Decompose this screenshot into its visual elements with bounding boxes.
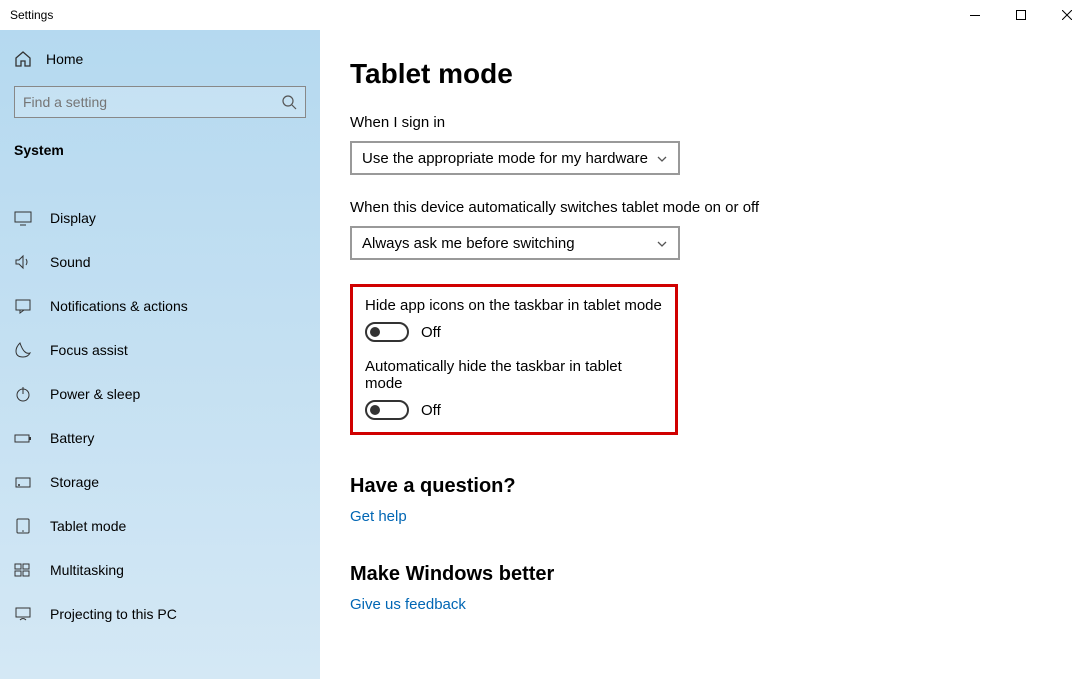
signin-label: When I sign in xyxy=(350,114,1060,131)
toggle-knob xyxy=(370,327,380,337)
chevron-down-icon xyxy=(656,152,668,164)
hide-taskbar-state: Off xyxy=(421,402,441,419)
sidebar-item-storage[interactable]: Storage xyxy=(0,460,320,504)
page-title: Tablet mode xyxy=(350,58,1060,90)
sidebar-item-display[interactable]: Display xyxy=(0,196,320,240)
sidebar-item-projecting[interactable]: Projecting to this PC xyxy=(0,592,320,636)
sidebar-item-label: Sound xyxy=(50,254,90,270)
sidebar-item-multitasking[interactable]: Multitasking xyxy=(0,548,320,592)
sidebar-item-label: Focus assist xyxy=(50,342,128,358)
close-button[interactable] xyxy=(1044,0,1090,30)
sidebar-item-label: Multitasking xyxy=(50,562,124,578)
maximize-button[interactable] xyxy=(998,0,1044,30)
home-label: Home xyxy=(46,51,83,67)
sidebar-item-notifications[interactable]: Notifications & actions xyxy=(0,284,320,328)
sidebar-item-sound[interactable]: Sound xyxy=(0,240,320,284)
switch-dropdown-value: Always ask me before switching xyxy=(362,235,575,252)
maximize-icon xyxy=(1016,10,1026,20)
sidebar-item-label: Projecting to this PC xyxy=(50,606,177,622)
notifications-icon xyxy=(14,297,32,315)
sidebar-item-label: Tablet mode xyxy=(50,518,126,534)
power-icon xyxy=(14,385,32,403)
search-input[interactable] xyxy=(23,94,281,110)
highlight-box: Hide app icons on the taskbar in tablet … xyxy=(350,284,678,435)
minimize-icon xyxy=(970,15,980,16)
sidebar-item-label: Display xyxy=(50,210,96,226)
battery-icon xyxy=(14,429,32,447)
get-help-link[interactable]: Get help xyxy=(350,508,407,525)
titlebar: Settings xyxy=(0,0,1090,30)
sidebar-item-label: Storage xyxy=(50,474,99,490)
tablet-icon xyxy=(14,517,32,535)
hide-icons-label: Hide app icons on the taskbar in tablet … xyxy=(365,297,663,314)
signin-dropdown-value: Use the appropriate mode for my hardware xyxy=(362,150,648,167)
content: Tablet mode When I sign in Use the appro… xyxy=(320,30,1090,679)
display-icon xyxy=(14,209,32,227)
question-heading: Have a question? xyxy=(350,475,1060,498)
close-icon xyxy=(1062,10,1072,20)
sound-icon xyxy=(14,253,32,271)
sidebar-item-focus-assist[interactable]: Focus assist xyxy=(0,328,320,372)
focus-assist-icon xyxy=(14,341,32,359)
category-label: System xyxy=(0,136,320,172)
home-icon xyxy=(14,50,32,68)
signin-dropdown[interactable]: Use the appropriate mode for my hardware xyxy=(350,141,680,175)
search-icon xyxy=(281,94,297,110)
minimize-button[interactable] xyxy=(952,0,998,30)
window-controls xyxy=(952,0,1090,30)
feedback-link[interactable]: Give us feedback xyxy=(350,596,466,613)
sidebar-item-tablet[interactable]: Tablet mode xyxy=(0,504,320,548)
switch-label: When this device automatically switches … xyxy=(350,199,1060,216)
sidebar-item-label: Power & sleep xyxy=(50,386,140,402)
sidebar-item-label: Battery xyxy=(50,430,94,446)
sidebar: Home System Display Sound Notificatio xyxy=(0,30,320,679)
storage-icon xyxy=(14,473,32,491)
projecting-icon xyxy=(14,605,32,623)
window-title: Settings xyxy=(10,8,53,22)
feedback-heading: Make Windows better xyxy=(350,563,1060,586)
toggle-knob xyxy=(370,405,380,415)
sidebar-item-power[interactable]: Power & sleep xyxy=(0,372,320,416)
sidebar-item-battery[interactable]: Battery xyxy=(0,416,320,460)
nav-list: Display Sound Notifications & actions Fo… xyxy=(0,196,320,636)
sidebar-item-label: Notifications & actions xyxy=(50,298,188,314)
switch-dropdown[interactable]: Always ask me before switching xyxy=(350,226,680,260)
chevron-down-icon xyxy=(656,237,668,249)
home-button[interactable]: Home xyxy=(0,40,320,86)
search-box[interactable] xyxy=(14,86,306,118)
hide-icons-state: Off xyxy=(421,324,441,341)
hide-taskbar-toggle[interactable] xyxy=(365,400,409,420)
multitasking-icon xyxy=(14,561,32,579)
hide-icons-toggle[interactable] xyxy=(365,322,409,342)
hide-taskbar-label: Automatically hide the taskbar in tablet… xyxy=(365,358,663,392)
